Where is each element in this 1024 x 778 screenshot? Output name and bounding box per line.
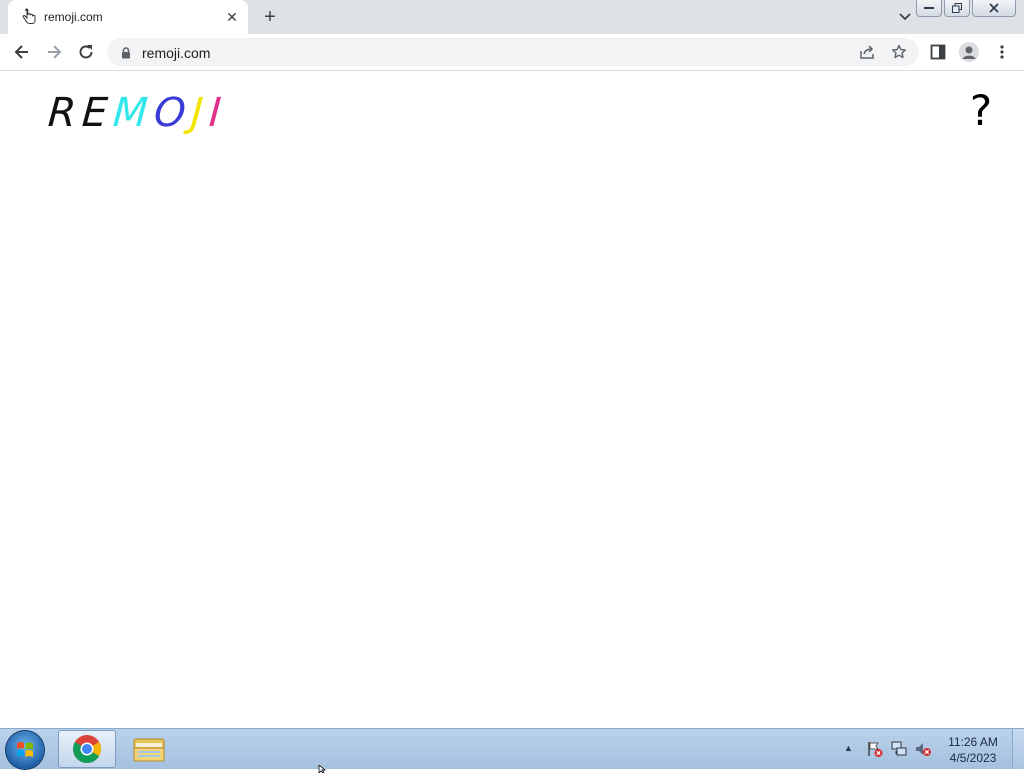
lock-icon[interactable] (121, 46, 131, 64)
remoji-logo[interactable]: R E M O J I (46, 90, 229, 140)
clock-date: 4/5/2023 (949, 751, 997, 765)
help-button[interactable]: ? (964, 86, 998, 136)
hand-pointer-icon (20, 8, 38, 26)
side-panel-icon[interactable] (930, 44, 946, 65)
windows-logo-icon (17, 742, 33, 757)
chrome-icon (73, 735, 101, 763)
taskbar-chrome-button[interactable] (58, 730, 116, 768)
browser-tab[interactable]: remoji.com ✕ (8, 0, 248, 34)
action-center-flag-icon[interactable] (866, 740, 884, 758)
minimize-icon[interactable] (916, 0, 942, 17)
logo-letter: O (152, 90, 193, 136)
reload-icon[interactable] (76, 42, 96, 62)
url-text: remoji.com (142, 45, 211, 61)
more-menu-icon[interactable] (994, 44, 1010, 65)
tab-close-icon[interactable]: ✕ (224, 9, 240, 25)
tab-strip: remoji.com ✕ + (0, 0, 1024, 34)
window-controls (914, 0, 1016, 18)
logo-letter: M (111, 90, 156, 136)
window-close-icon[interactable] (972, 0, 1016, 17)
new-tab-icon[interactable]: + (260, 7, 280, 28)
restore-icon[interactable] (944, 0, 970, 17)
tab-title: remoji.com (44, 10, 103, 24)
show-hidden-icons-icon[interactable]: ▲ (844, 743, 853, 753)
bookmark-star-icon[interactable] (891, 44, 907, 65)
logo-letter: I (207, 90, 229, 136)
address-bar[interactable]: remoji.com (107, 38, 919, 66)
back-arrow-icon[interactable] (12, 42, 32, 62)
start-button[interactable] (6, 731, 44, 769)
clock-time: 11:26 AM (948, 735, 998, 749)
share-icon[interactable] (859, 44, 875, 65)
show-desktop-button[interactable] (1012, 729, 1024, 769)
mouse-cursor-icon (318, 760, 328, 778)
logo-letter: E (80, 90, 115, 136)
profile-avatar-icon[interactable] (959, 42, 979, 62)
volume-muted-icon[interactable] (914, 740, 932, 758)
tab-search-icon[interactable] (897, 10, 913, 24)
network-icon[interactable] (890, 740, 908, 758)
browser-toolbar: remoji.com (0, 34, 1024, 71)
taskbar-explorer-button[interactable] (126, 730, 172, 768)
folder-icon (133, 738, 165, 762)
logo-letter: R (46, 90, 84, 136)
forward-arrow-icon[interactable] (44, 42, 64, 62)
system-clock[interactable]: 11:26 AM 4/5/2023 (940, 734, 1006, 766)
taskbar: ▲ 11:26 AM 4/5/2023 (0, 728, 1024, 769)
